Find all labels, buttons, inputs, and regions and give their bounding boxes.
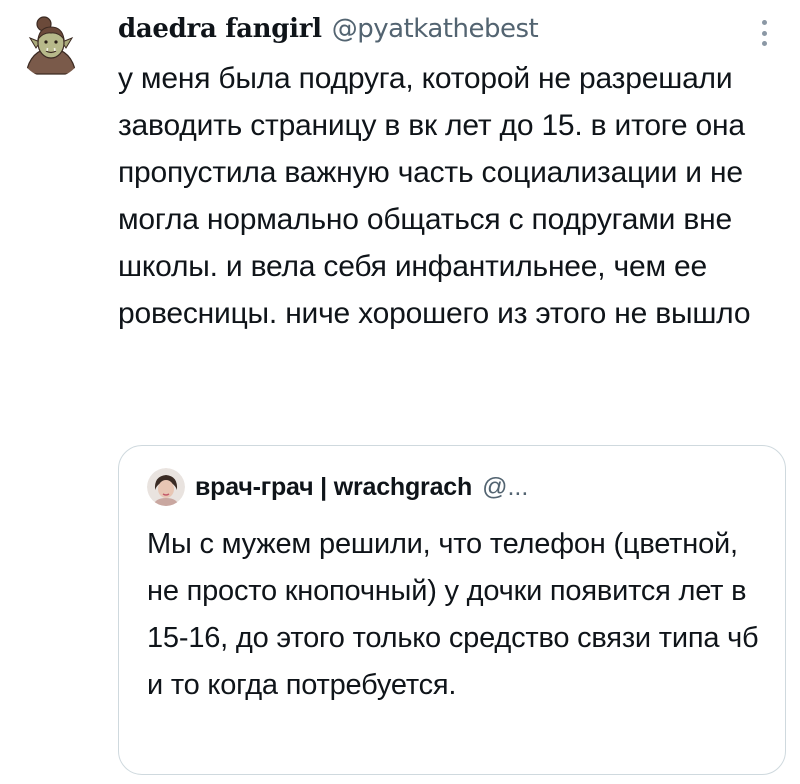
- author-handle[interactable]: @pyatkathebest: [332, 14, 539, 44]
- author-display-name[interactable]: daedra fangirl: [118, 14, 322, 44]
- quote-header: врач-грач | wrachgrach @...: [147, 468, 528, 506]
- author-avatar[interactable]: [18, 12, 84, 78]
- tweet-text: у меня была подруга, которой не разрешал…: [118, 62, 751, 330]
- quote-tweet-card[interactable]: врач-грач | wrachgrach @... Мы с мужем р…: [118, 445, 786, 775]
- quote-author-avatar[interactable]: [147, 468, 185, 506]
- tweet-header: daedra fangirl @pyatkathebest: [118, 14, 539, 52]
- quote-text: Мы с мужем решили, что телефон (цветной,…: [147, 528, 759, 701]
- quote-author-handle[interactable]: @...: [482, 473, 528, 502]
- more-vertical-icon[interactable]: [754, 18, 774, 48]
- orc-avatar-icon: [18, 12, 84, 78]
- user-avatar-icon: [147, 468, 185, 506]
- quote-author-display-name[interactable]: врач-грач | wrachgrach: [195, 473, 472, 502]
